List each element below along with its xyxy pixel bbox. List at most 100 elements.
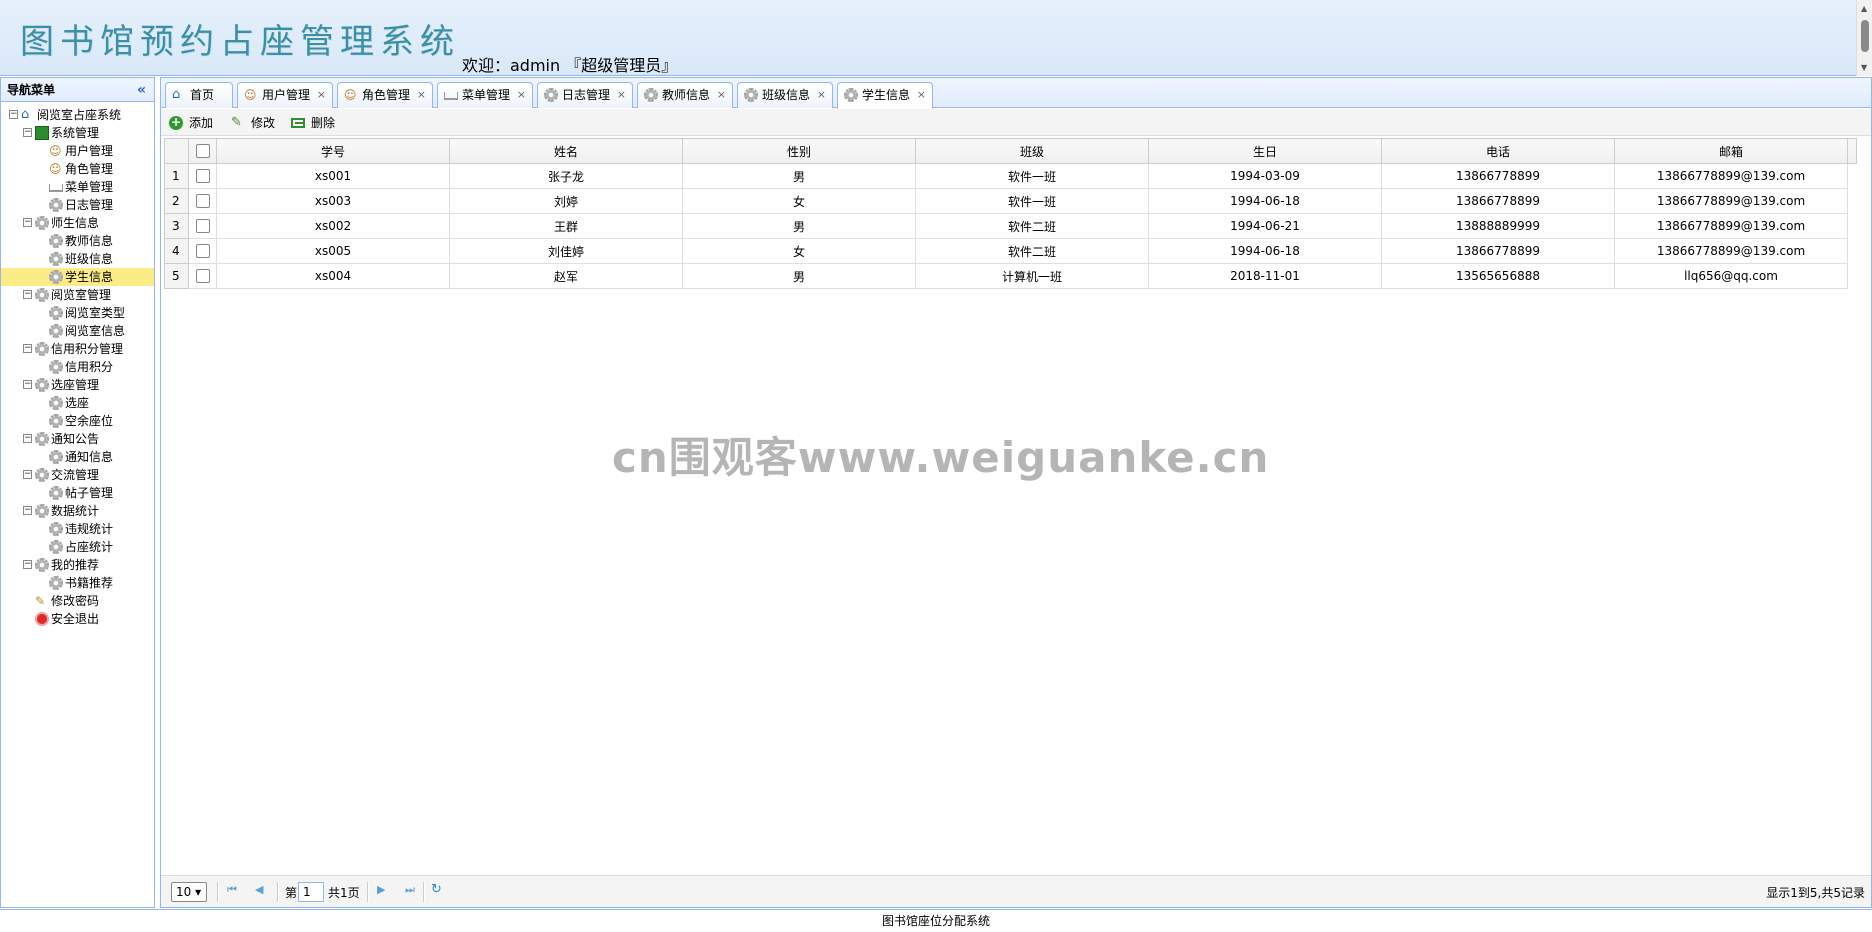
- tab-item[interactable]: 班级信息 ×: [737, 82, 833, 108]
- tab-item[interactable]: ⌂ 首页: [165, 82, 233, 108]
- row-checkbox[interactable]: [188, 263, 217, 289]
- tree-node[interactable]: 日志管理: [1, 196, 154, 214]
- add-button[interactable]: + 添加: [169, 114, 213, 132]
- edit-button[interactable]: ✎ 修改: [231, 114, 275, 132]
- table-row[interactable]: 1 xs001 张子龙男软件一班 1994-03-09 13866778899 13866…: [164, 163, 1857, 189]
- tab-item[interactable]: 菜单管理 ×: [437, 82, 533, 108]
- page-size-select[interactable]: 10 ▾: [171, 882, 207, 902]
- collapse-toggle-icon[interactable]: −: [23, 128, 32, 137]
- tab-item[interactable]: ☺ 用户管理 ×: [237, 82, 333, 108]
- close-icon[interactable]: ×: [717, 83, 726, 107]
- double-chevron-left-icon[interactable]: «: [137, 78, 146, 102]
- tree-node[interactable]: − 交流管理: [1, 466, 154, 484]
- collapse-toggle-icon[interactable]: −: [23, 506, 32, 515]
- tree-node[interactable]: − 阅览室管理: [1, 286, 154, 304]
- refresh-icon[interactable]: ↻: [431, 882, 442, 897]
- tab-item[interactable]: 日志管理 ×: [537, 82, 633, 108]
- tree-node-label: 信用积分: [65, 360, 114, 374]
- pager-separator: [367, 882, 369, 902]
- row-checkbox[interactable]: [188, 238, 217, 264]
- tree-node[interactable]: 通知信息: [1, 448, 154, 466]
- collapse-toggle-icon[interactable]: −: [23, 290, 32, 299]
- tab-item[interactable]: 教师信息 ×: [637, 82, 733, 108]
- column-header[interactable]: 班级: [915, 138, 1149, 164]
- tree-node[interactable]: 帖子管理: [1, 484, 154, 502]
- column-header[interactable]: 姓名: [449, 138, 683, 164]
- gear-icon: [49, 270, 63, 284]
- tree-node[interactable]: 阅览室信息: [1, 322, 154, 340]
- column-header[interactable]: 性别: [682, 138, 916, 164]
- tree-node[interactable]: − 信用积分管理: [1, 340, 154, 358]
- tree-node-label: 角色管理: [65, 162, 114, 176]
- tree-node[interactable]: 选座: [1, 394, 154, 412]
- select-all-checkbox[interactable]: [188, 138, 217, 164]
- close-icon[interactable]: ×: [817, 83, 826, 107]
- tree-node[interactable]: 学生信息: [1, 268, 154, 286]
- collapse-toggle-icon[interactable]: −: [23, 218, 32, 227]
- row-checkbox[interactable]: [188, 188, 217, 214]
- tree-node-label: 信用积分管理: [51, 342, 124, 356]
- column-header[interactable]: 邮箱: [1614, 138, 1848, 164]
- tree-node[interactable]: 班级信息: [1, 250, 154, 268]
- tree-node[interactable]: 书籍推荐: [1, 574, 154, 592]
- table-cell: 张子龙: [449, 163, 683, 189]
- table-row[interactable]: 3 xs002 王群男软件二班 1994-06-21 13888889999 138667…: [164, 213, 1857, 239]
- table-cell: 13866778899: [1381, 163, 1615, 189]
- tree-node[interactable]: − 数据统计: [1, 502, 154, 520]
- tree-node[interactable]: ☺ 角色管理: [1, 160, 154, 178]
- pager-separator: [277, 882, 279, 902]
- delete-button[interactable]: 删除: [291, 114, 335, 132]
- tree-node[interactable]: − 我的推荐: [1, 556, 154, 574]
- table-cell: 13866778899@139.com: [1614, 238, 1848, 264]
- user-icon: ☺: [49, 162, 62, 176]
- table-row[interactable]: 2 xs003 刘婷女软件一班 1994-06-18 13866778899 138667…: [164, 188, 1857, 214]
- tree-node[interactable]: 违规统计: [1, 520, 154, 538]
- tree-node[interactable]: 占座统计: [1, 538, 154, 556]
- tree-node[interactable]: 教师信息: [1, 232, 154, 250]
- close-icon[interactable]: ×: [617, 83, 626, 107]
- page-number-input[interactable]: 1: [298, 882, 324, 902]
- collapse-toggle-icon[interactable]: −: [9, 110, 18, 119]
- tree-node[interactable]: ☺ 用户管理: [1, 142, 154, 160]
- close-icon[interactable]: ×: [917, 83, 926, 107]
- row-checkbox[interactable]: [188, 213, 217, 239]
- tree-node[interactable]: 空余座位: [1, 412, 154, 430]
- tree-node[interactable]: − ⌂ 阅览室占座系统: [1, 106, 154, 124]
- row-checkbox[interactable]: [188, 163, 217, 189]
- header-scrollbar[interactable]: ▲ ▼: [1856, 0, 1872, 76]
- collapse-toggle-icon[interactable]: −: [23, 470, 32, 479]
- last-page-icon[interactable]: ⏭: [405, 883, 415, 897]
- close-icon[interactable]: ×: [417, 83, 426, 107]
- scrollbar-thumb[interactable]: [1861, 20, 1869, 52]
- sitemap-icon: [49, 184, 63, 192]
- column-header[interactable]: 学号: [216, 138, 450, 164]
- tree-node[interactable]: 信用积分: [1, 358, 154, 376]
- edit-label: 修改: [251, 116, 276, 130]
- column-header[interactable]: 生日: [1148, 138, 1382, 164]
- tab-item[interactable]: 学生信息 ×: [837, 82, 933, 109]
- column-header[interactable]: 电话: [1381, 138, 1615, 164]
- collapse-toggle-icon[interactable]: −: [23, 344, 32, 353]
- collapse-toggle-icon[interactable]: −: [23, 380, 32, 389]
- tree-node[interactable]: ✎ 修改密码: [1, 592, 154, 610]
- scroll-down-icon[interactable]: ▼: [1861, 63, 1867, 72]
- tab-item[interactable]: ☺ 角色管理 ×: [337, 82, 433, 108]
- tree-node[interactable]: − 师生信息: [1, 214, 154, 232]
- collapse-toggle-icon[interactable]: −: [23, 560, 32, 569]
- table-row[interactable]: 5 xs004 赵军男计算机一班 2018-11-01 13565656888 llq65…: [164, 263, 1857, 289]
- tree-node[interactable]: 菜单管理: [1, 178, 154, 196]
- close-icon[interactable]: ×: [517, 83, 526, 107]
- tree-node[interactable]: − 选座管理: [1, 376, 154, 394]
- tree-node[interactable]: 安全退出: [1, 610, 154, 628]
- tab-label: 教师信息: [662, 88, 711, 102]
- tree-node[interactable]: − 通知公告: [1, 430, 154, 448]
- table-row[interactable]: 4 xs005 刘佳婷女软件二班 1994-06-18 13866778899 13866…: [164, 238, 1857, 264]
- next-page-icon[interactable]: ▶: [377, 883, 385, 896]
- collapse-toggle-icon[interactable]: −: [23, 434, 32, 443]
- tree-node[interactable]: 阅览室类型: [1, 304, 154, 322]
- scroll-up-icon[interactable]: ▲: [1861, 4, 1867, 13]
- first-page-icon[interactable]: ⏮: [227, 883, 237, 897]
- tree-node[interactable]: − 系统管理: [1, 124, 154, 142]
- close-icon[interactable]: ×: [317, 83, 326, 107]
- prev-page-icon[interactable]: ◀: [255, 883, 263, 896]
